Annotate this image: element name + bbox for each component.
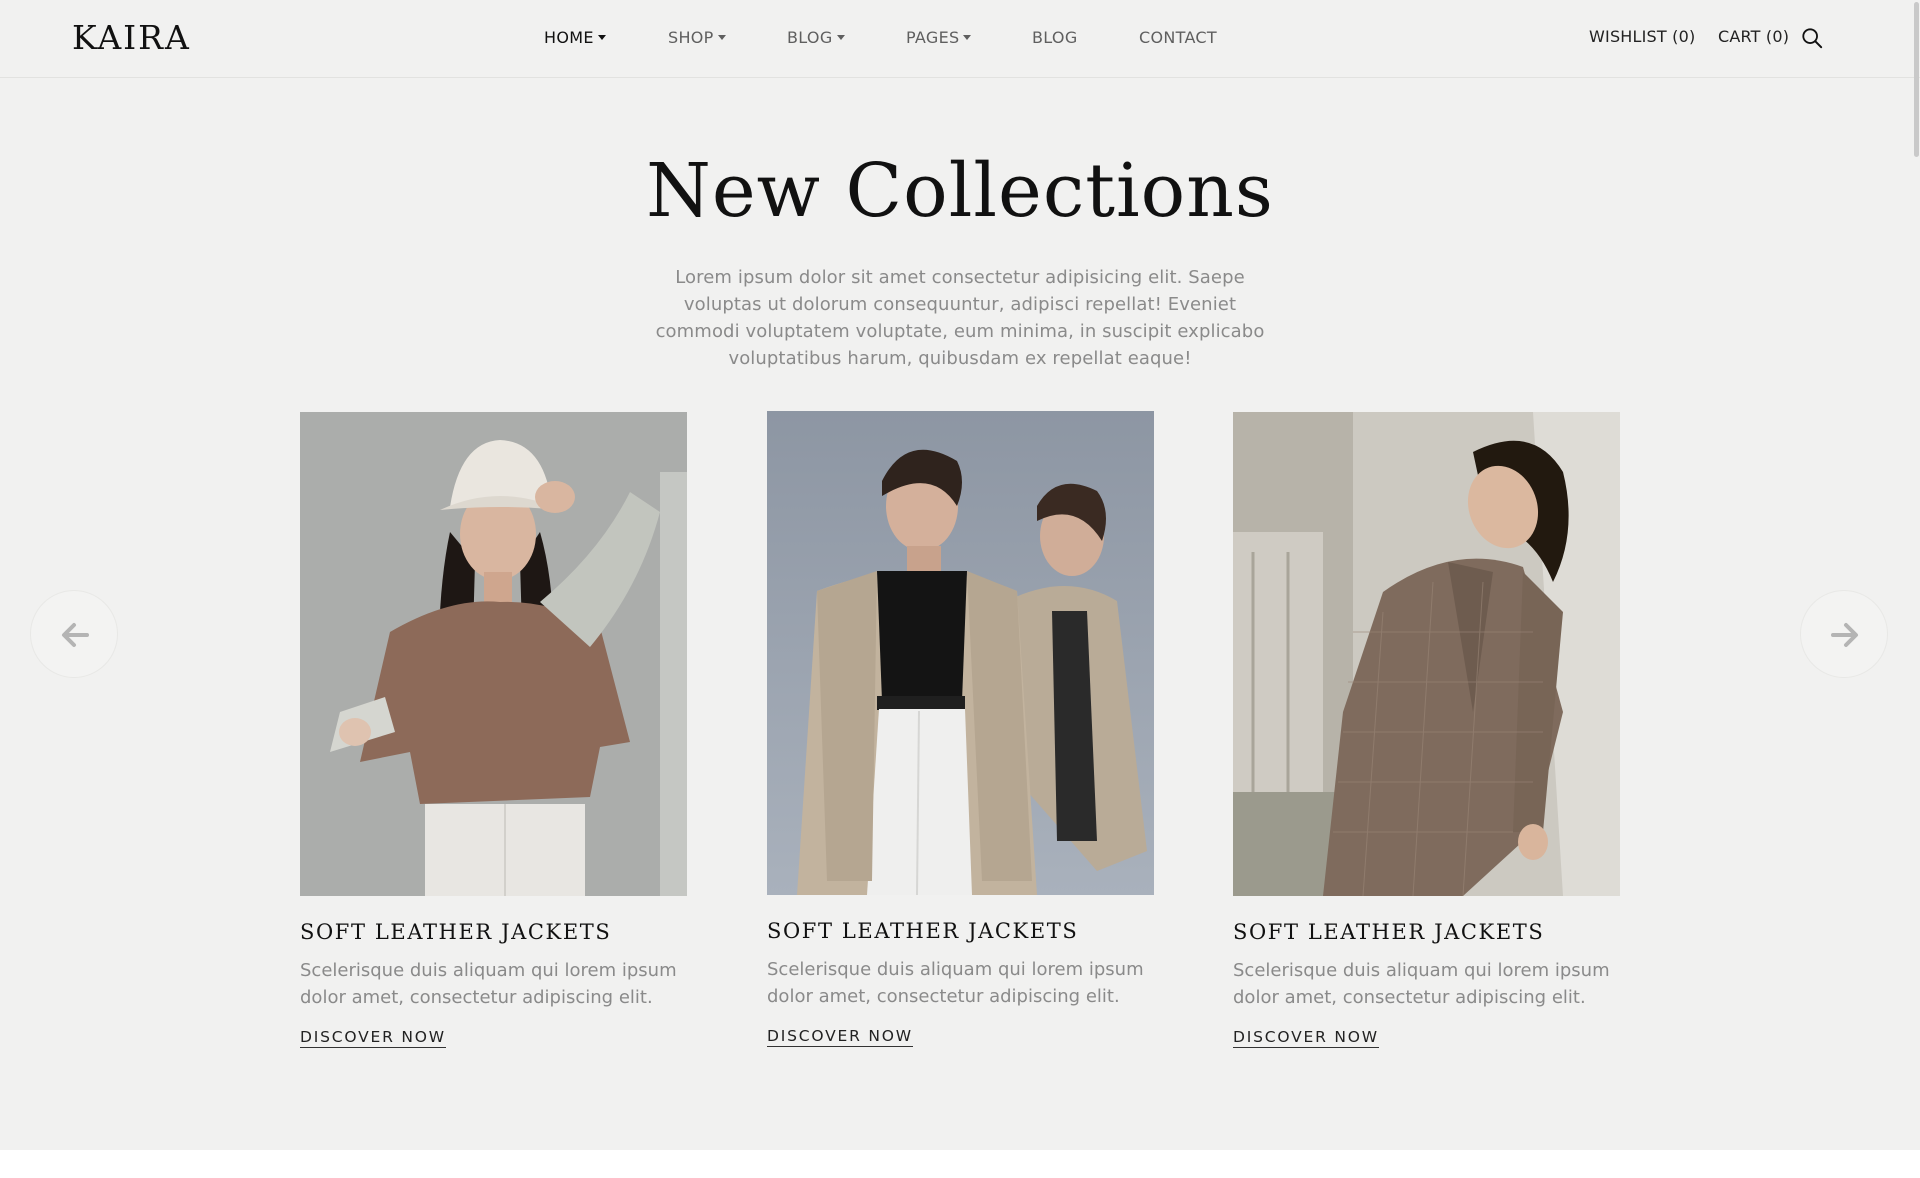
section-title: New Collections [646, 148, 1274, 234]
product-image[interactable] [1233, 412, 1620, 896]
discover-now-link[interactable]: DISCOVER NOW [767, 1027, 913, 1047]
model-photo-bucket-hat [300, 412, 687, 896]
nav-item-pages[interactable]: PAGES [906, 28, 972, 47]
carousel-next-button[interactable] [1800, 590, 1888, 678]
site-logo[interactable]: KAIRA [72, 18, 191, 57]
product-card: SOFT LEATHER JACKETS Scelerisque duis al… [767, 411, 1154, 1047]
nav-item-blog[interactable]: BLOG [787, 28, 845, 47]
nav-item-home[interactable]: HOME [544, 28, 606, 47]
caret-down-icon [597, 35, 606, 40]
scrollbar-thumb[interactable] [1914, 2, 1919, 157]
arrow-right-icon [1831, 623, 1858, 647]
product-image[interactable] [300, 412, 687, 896]
nav-item-blog-2[interactable]: BLOG [1032, 28, 1078, 47]
site-header: KAIRA HOME SHOP BLOG PAGES BLOG CONTACT … [0, 0, 1920, 78]
model-photo-trench-coats [767, 411, 1154, 895]
product-description: Scelerisque duis aliquam qui lorem ipsum… [300, 960, 677, 1008]
nav-item-label: CONTACT [1139, 28, 1217, 47]
carousel-prev-button[interactable] [30, 590, 118, 678]
model-photo-plaid-suit [1233, 412, 1620, 896]
arrow-left-icon [62, 623, 89, 647]
nav-item-label: PAGES [906, 28, 960, 47]
nav-item-shop[interactable]: SHOP [668, 28, 726, 47]
nav-item-label: HOME [544, 28, 594, 47]
discover-now-link[interactable]: DISCOVER NOW [1233, 1028, 1379, 1048]
section-divider [0, 1150, 1920, 1178]
caret-down-icon [717, 35, 726, 40]
product-description: Scelerisque duis aliquam qui lorem ipsum… [767, 959, 1144, 1007]
caret-down-icon [836, 35, 845, 40]
caret-down-icon [963, 35, 972, 40]
product-card: SOFT LEATHER JACKETS Scelerisque duis al… [1233, 412, 1620, 1048]
nav-item-label: SHOP [668, 28, 714, 47]
search-icon[interactable] [1801, 27, 1823, 49]
product-title: SOFT LEATHER JACKETS [767, 919, 1079, 943]
product-title: SOFT LEATHER JACKETS [1233, 920, 1545, 944]
nav-item-label: BLOG [787, 28, 833, 47]
nav-item-contact[interactable]: CONTACT [1139, 28, 1217, 47]
product-title: SOFT LEATHER JACKETS [300, 920, 612, 944]
nav-item-label: BLOG [1032, 28, 1078, 47]
wishlist-link[interactable]: WISHLIST (0) [1589, 27, 1695, 46]
discover-now-link[interactable]: DISCOVER NOW [300, 1028, 446, 1048]
product-image[interactable] [767, 411, 1154, 895]
product-description: Scelerisque duis aliquam qui lorem ipsum… [1233, 960, 1610, 1008]
cart-link[interactable]: CART (0) [1718, 27, 1789, 46]
section-description: Lorem ipsum dolor sit amet consectetur a… [655, 267, 1265, 369]
product-card: SOFT LEATHER JACKETS Scelerisque duis al… [300, 412, 687, 1048]
page: KAIRA HOME SHOP BLOG PAGES BLOG CONTACT … [0, 0, 1920, 1178]
